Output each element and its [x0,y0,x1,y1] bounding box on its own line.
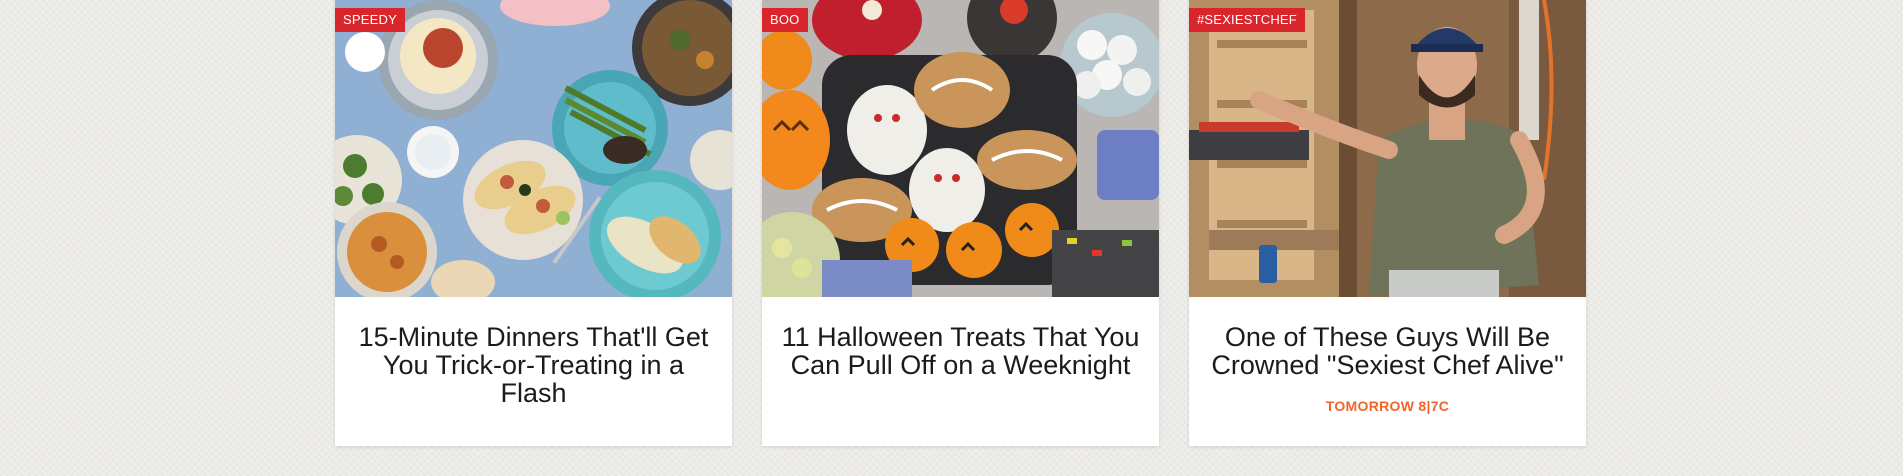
card-image-dinners[interactable]: SPEEDY [335,0,732,297]
chef-workshop-photo [1189,0,1586,297]
article-title[interactable]: 15-Minute Dinners That'll Get You Trick-… [349,323,718,407]
card-image-sexiest-chef[interactable]: #SEXIESTCHEF [1189,0,1586,297]
category-tag[interactable]: SPEEDY [335,8,405,32]
card-body: One of These Guys Will Be Crowned "Sexie… [1189,297,1586,414]
card-body: 11 Halloween Treats That You Can Pull Of… [762,297,1159,379]
article-card-sexiest-chef[interactable]: #SEXIESTCHEF One of These Guys Will Be C… [1189,0,1586,446]
article-card-grid: SPEEDY 15-Minute Dinners That'll Get You… [335,0,1586,446]
article-card-halloween[interactable]: BOO 11 Halloween Treats That You Can Pul… [762,0,1159,446]
article-card-dinners[interactable]: SPEEDY 15-Minute Dinners That'll Get You… [335,0,732,446]
airtime-label: TOMORROW 8|7C [1325,398,1450,414]
category-tag[interactable]: #SEXIESTCHEF [1189,8,1305,32]
dinner-plates-photo [335,0,732,297]
card-image-halloween[interactable]: BOO [762,0,1159,297]
halloween-treats-photo [762,0,1159,297]
card-body: 15-Minute Dinners That'll Get You Trick-… [335,297,732,407]
article-title[interactable]: 11 Halloween Treats That You Can Pull Of… [776,323,1145,379]
category-tag[interactable]: BOO [762,8,808,32]
article-title[interactable]: One of These Guys Will Be Crowned "Sexie… [1203,323,1572,379]
